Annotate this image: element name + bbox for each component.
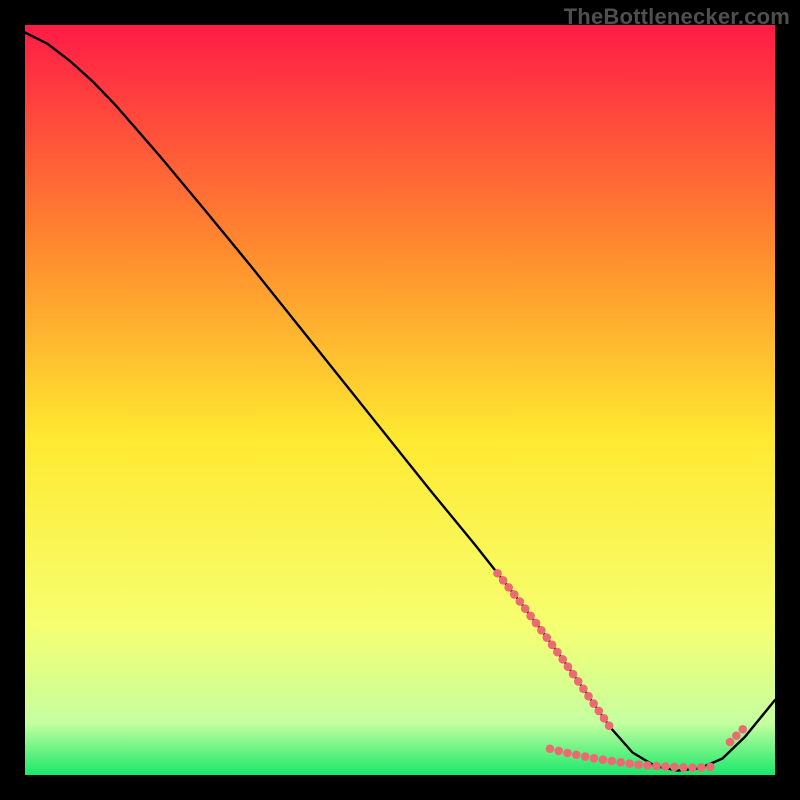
dot-marker — [652, 762, 661, 771]
dot-marker — [670, 763, 679, 772]
dot-marker — [564, 662, 573, 671]
dot-marker — [537, 626, 546, 635]
dot-marker — [589, 699, 598, 708]
dot-marker — [574, 677, 583, 686]
dot-marker — [706, 763, 715, 772]
dot-marker — [504, 583, 513, 592]
dot-marker — [563, 749, 572, 758]
chart-container: TheBottlenecker.com — [0, 0, 800, 800]
dot-marker — [553, 648, 562, 657]
dot-marker — [605, 721, 614, 730]
dot-marker — [516, 597, 525, 606]
dot-marker — [697, 763, 706, 772]
dot-marker — [738, 725, 747, 734]
gradient-background — [25, 25, 775, 775]
plot-area — [25, 25, 775, 775]
dot-marker — [634, 760, 643, 769]
dot-marker — [493, 569, 502, 578]
dot-marker — [510, 590, 519, 599]
dot-marker — [584, 692, 593, 701]
dot-marker — [590, 754, 599, 763]
dot-marker — [732, 731, 741, 740]
dot-marker — [581, 752, 590, 761]
dot-marker — [625, 759, 634, 768]
dot-marker — [554, 747, 563, 756]
dot-marker — [558, 655, 567, 664]
dot-marker — [521, 604, 530, 613]
dot-marker — [595, 707, 604, 716]
dot-marker — [542, 633, 551, 642]
dot-marker — [532, 619, 541, 628]
dot-marker — [546, 744, 555, 753]
dot-marker — [499, 576, 508, 585]
chart-svg — [25, 25, 775, 775]
dot-marker — [643, 761, 652, 770]
dot-marker — [526, 612, 535, 621]
dot-marker — [616, 758, 625, 767]
watermark-text: TheBottlenecker.com — [564, 4, 790, 30]
dot-marker — [726, 738, 735, 747]
dot-marker — [600, 714, 609, 723]
dot-marker — [661, 762, 670, 771]
dot-marker — [599, 755, 608, 764]
dot-marker — [572, 750, 581, 759]
dot-marker — [579, 685, 588, 694]
dot-marker — [679, 763, 688, 772]
dot-marker — [569, 670, 578, 679]
dot-marker — [688, 763, 697, 772]
dot-marker — [548, 641, 557, 650]
dot-marker — [607, 757, 616, 766]
